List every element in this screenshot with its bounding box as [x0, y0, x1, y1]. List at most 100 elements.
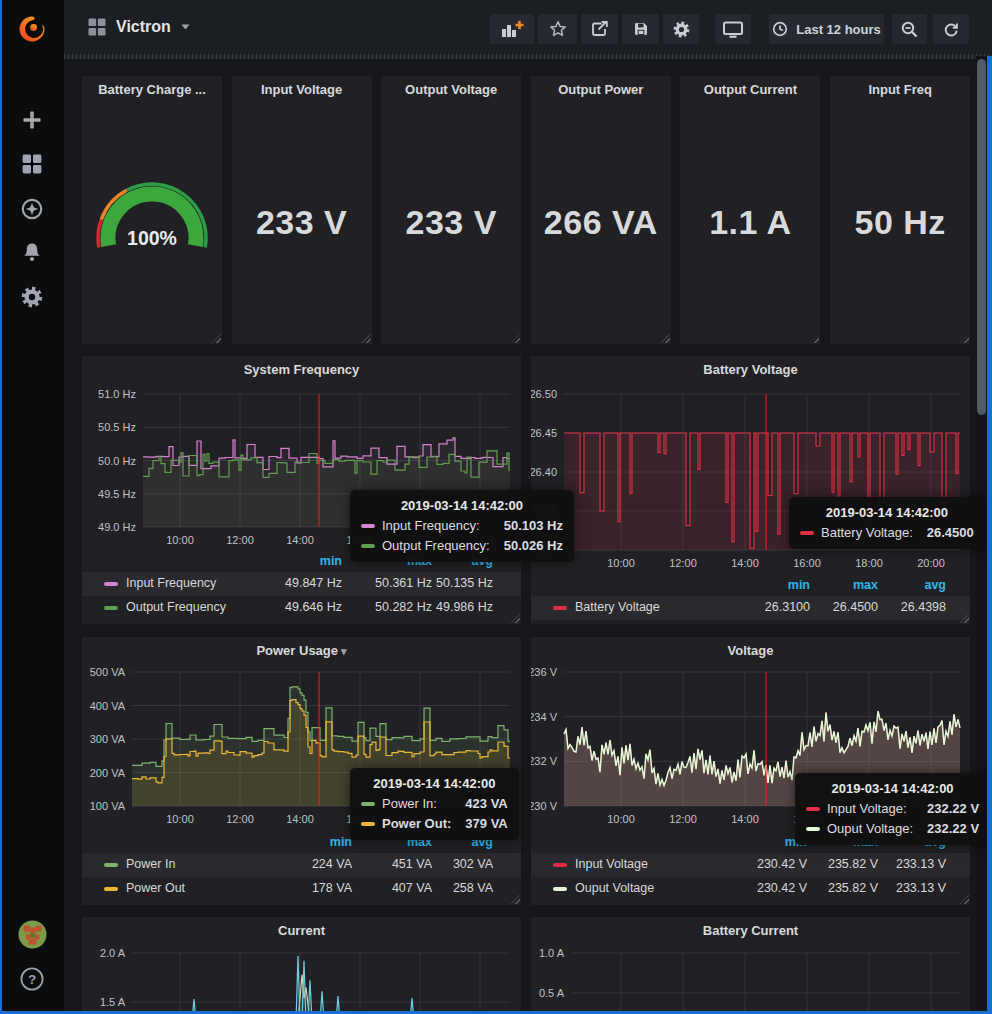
- panel-output-voltage: Output Voltage 233 V: [381, 76, 521, 344]
- svg-text:12:00: 12:00: [226, 534, 254, 546]
- legend-value: 178 VA: [312, 881, 352, 895]
- panel-title[interactable]: Input Voltage: [232, 82, 372, 97]
- legend-row-input-voltage[interactable]: Input Voltage230.42 V235.82 V233.13 V: [531, 853, 970, 877]
- dashboard-settings-button[interactable]: [663, 14, 699, 44]
- legend-value: 258 VA: [453, 881, 493, 895]
- tooltip-row: Input Voltage:232.22 V: [806, 801, 979, 816]
- svg-text:236 V: 236 V: [531, 666, 558, 678]
- stat-value: 50 Hz: [830, 203, 970, 242]
- cycle-view-mode-button[interactable]: [715, 14, 751, 44]
- panel-resize-handle[interactable]: [212, 334, 221, 343]
- svg-text:100 VA: 100 VA: [90, 800, 126, 812]
- tooltip-row: Input Frequency:50.103 Hz: [361, 518, 563, 533]
- series-label: Input Voltage: [575, 857, 648, 871]
- graph-battery_current: 1.0 A0.5 A: [531, 917, 970, 1014]
- series-label: Power In: [126, 857, 175, 871]
- zoom-out-button[interactable]: [892, 14, 927, 44]
- panel-battery_current: Battery Current1.0 A0.5 A: [531, 917, 970, 1014]
- legend-header-min[interactable]: min: [330, 835, 352, 849]
- tooltip-row: Battery Voltage:26.4500: [800, 525, 974, 540]
- legend-value: 235.82 V: [828, 881, 878, 895]
- svg-text:14:00: 14:00: [731, 557, 759, 569]
- sidebar-item-explore[interactable]: [21, 198, 43, 220]
- svg-text:50.0 Hz: 50.0 Hz: [98, 455, 136, 467]
- share-button[interactable]: [581, 14, 618, 44]
- time-picker-button[interactable]: Last 12 hours: [769, 14, 884, 44]
- window-border-left: [0, 0, 2, 1014]
- legend-value: 49.986 Hz: [436, 600, 493, 614]
- legend-value: 50.135 Hz: [436, 576, 493, 590]
- legend-header-min[interactable]: min: [788, 578, 810, 592]
- star-button[interactable]: [538, 14, 577, 44]
- stat-value: 1.1 A: [680, 203, 820, 242]
- avatar[interactable]: [18, 920, 47, 949]
- star-icon: [549, 20, 567, 38]
- panel-title[interactable]: Input Freq: [830, 82, 970, 97]
- dashboard-title[interactable]: Victron: [116, 18, 171, 36]
- sidebar-item-configuration[interactable]: [21, 286, 43, 308]
- panel-resize-handle[interactable]: [960, 334, 969, 343]
- panel-title[interactable]: Output Voltage: [381, 82, 521, 97]
- legend-header: min max avg: [531, 578, 970, 594]
- legend-header-min[interactable]: min: [320, 554, 342, 568]
- breadcrumb[interactable]: Victron: [88, 0, 190, 54]
- tooltip-timestamp: 2019-03-14 14:42:00: [806, 781, 979, 796]
- gauge-value: 100%: [127, 227, 177, 249]
- zoom-out-icon: [901, 21, 918, 38]
- navbar-texture-divider: [64, 54, 992, 59]
- legend-value: 451 VA: [392, 857, 432, 871]
- series-color-dash: [104, 606, 118, 610]
- legend-header-max[interactable]: max: [853, 578, 878, 592]
- legend-value: 49.646 Hz: [285, 600, 342, 614]
- svg-text:10:00: 10:00: [166, 534, 194, 546]
- panel-title[interactable]: Output Current: [680, 82, 820, 97]
- svg-text:10:00: 10:00: [166, 813, 194, 825]
- svg-text:400 VA: 400 VA: [90, 700, 126, 712]
- svg-text:26.40: 26.40: [531, 466, 557, 478]
- panel-resize-handle[interactable]: [661, 334, 670, 343]
- panel-resize-handle[interactable]: [362, 334, 371, 343]
- svg-text:18:00: 18:00: [855, 557, 883, 569]
- panel-title[interactable]: Output Power: [531, 82, 671, 97]
- svg-text:26.45: 26.45: [531, 427, 557, 439]
- series-label: Ouput Voltage: [575, 881, 654, 895]
- sidebar-item-dashboards[interactable]: [22, 154, 42, 174]
- legend-value: 49.847 Hz: [285, 576, 342, 590]
- stat-value: 266 VA: [531, 203, 671, 242]
- sidebar-item-alerting[interactable]: [22, 242, 42, 263]
- svg-text:1.0 A: 1.0 A: [539, 947, 565, 959]
- svg-text:10:00: 10:00: [607, 813, 635, 825]
- grafana-logo[interactable]: [16, 13, 48, 45]
- legend-row-power-out[interactable]: Power Out178 VA407 VA258 VA: [82, 877, 521, 901]
- legend-row-power-in[interactable]: Power In224 VA451 VA302 VA: [82, 853, 521, 877]
- refresh-button[interactable]: [933, 14, 969, 44]
- scrollbar-thumb[interactable]: [977, 59, 986, 415]
- help-icon[interactable]: ?: [19, 966, 45, 992]
- stat-value: 233 V: [381, 203, 521, 242]
- legend-row-battery-voltage[interactable]: Battery Voltage26.310026.450026.4398: [531, 596, 970, 620]
- svg-text:1.5 A: 1.5 A: [100, 996, 126, 1008]
- panel-title[interactable]: Battery Charge ...: [82, 82, 222, 97]
- sidebar-item-create[interactable]: [22, 110, 42, 130]
- legend-header-avg[interactable]: avg: [924, 578, 946, 592]
- panel-resize-handle[interactable]: [810, 334, 819, 343]
- legend-row-ouput-voltage[interactable]: Ouput Voltage230.42 V235.82 V233.13 V: [531, 877, 970, 901]
- save-button[interactable]: [622, 14, 659, 44]
- svg-text:12:00: 12:00: [226, 813, 254, 825]
- add-panel-button[interactable]: [490, 14, 534, 44]
- svg-text:16:00: 16:00: [793, 557, 821, 569]
- legend-row-input-frequency[interactable]: Input Frequency49.847 Hz50.361 Hz50.135 …: [82, 572, 521, 596]
- series-color-dash: [553, 863, 567, 867]
- refresh-icon: [943, 21, 959, 37]
- svg-text:200 VA: 200 VA: [90, 767, 126, 779]
- svg-text:50.5 Hz: 50.5 Hz: [98, 421, 136, 433]
- legend-value: 26.3100: [765, 600, 810, 614]
- series-label: Power Out: [126, 881, 185, 895]
- legend-value: 26.4500: [833, 600, 878, 614]
- legend-row-output-frequency[interactable]: Output Frequency49.646 Hz50.282 Hz49.986…: [82, 596, 521, 620]
- panel-power_usage: Power Usage ▾500 VA400 VA300 VA200 VA100…: [82, 637, 521, 905]
- panel-resize-handle[interactable]: [511, 334, 520, 343]
- svg-text:12:00: 12:00: [669, 813, 697, 825]
- panel-current: Current2.0 A1.5 A: [82, 917, 521, 1014]
- graph-tooltip: 2019-03-14 14:42:00Input Frequency:50.10…: [350, 490, 574, 562]
